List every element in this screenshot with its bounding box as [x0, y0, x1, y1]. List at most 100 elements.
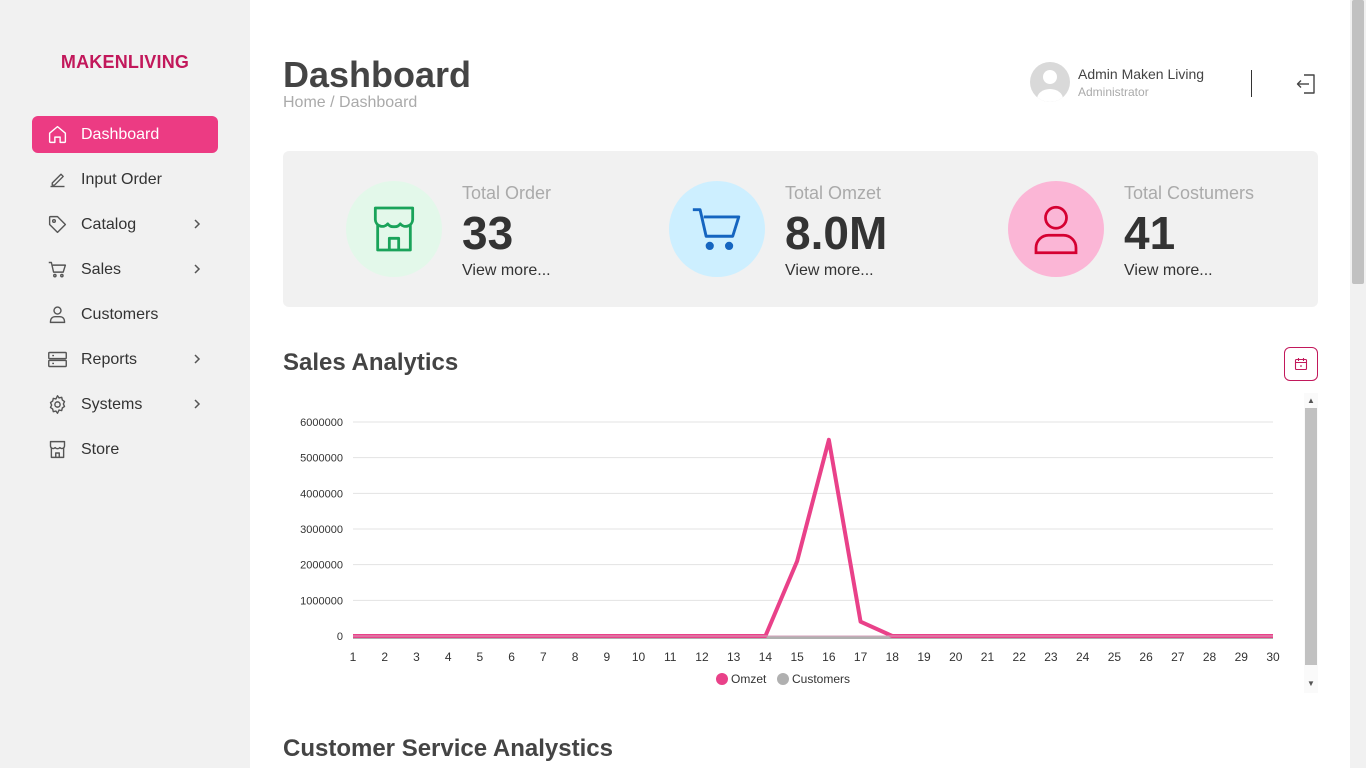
x-tick-label: 30	[1266, 650, 1280, 664]
home-icon	[46, 124, 68, 146]
user-name: Admin Maken Living	[1078, 65, 1205, 82]
series-line-omzet	[353, 437, 1273, 638]
chart-scrollbar-thumb[interactable]	[1305, 408, 1317, 665]
stat-icon-circle	[346, 181, 442, 277]
x-tick-label: 23	[1044, 650, 1058, 664]
sales-analytics-title: Sales Analytics	[283, 349, 459, 376]
sidebar-item-systems[interactable]: Systems	[32, 386, 218, 423]
x-tick-label: 3	[413, 650, 420, 664]
sidebar-item-label: Customers	[81, 305, 159, 323]
date-filter-button[interactable]	[1284, 347, 1318, 381]
page-title: Dashboard	[283, 54, 472, 95]
pencil-icon	[46, 169, 68, 191]
x-tick-label: 22	[1013, 650, 1027, 664]
sidebar-item-store[interactable]: Store	[32, 431, 218, 468]
x-tick-label: 21	[981, 650, 995, 664]
x-tick-label: 7	[540, 650, 547, 664]
stat-value: 8.0M	[785, 207, 888, 259]
sidebar-item-label: Catalog	[81, 215, 137, 233]
stat-total-customers: Total Costumers 41 View more...	[1008, 181, 1254, 280]
y-tick-label: 0	[337, 631, 343, 643]
user-role: Administrator	[1078, 84, 1149, 99]
x-tick-label: 24	[1076, 650, 1090, 664]
view-more-link[interactable]: View more...	[785, 262, 887, 280]
brand-logo[interactable]: MAKENLIVING	[0, 52, 250, 73]
tag-icon	[46, 214, 68, 236]
x-tick-label: 4	[445, 650, 452, 664]
stat-label: Total Omzet	[785, 183, 882, 203]
x-tick-label: 25	[1108, 650, 1122, 664]
x-tick-label: 19	[917, 650, 931, 664]
sales-chart-svg: 0 1000000 2000000 3000000 4000000 5000000 6000…	[300, 417, 1280, 686]
y-tick-label: 2000000	[300, 560, 343, 572]
person-icon	[1034, 205, 1078, 255]
x-tick-label: 16	[822, 650, 836, 664]
sidebar-item-customers[interactable]: Customers	[32, 296, 218, 333]
sidebar-item-label: Reports	[81, 350, 138, 368]
y-tick-label: 3000000	[300, 524, 343, 536]
person-icon	[46, 304, 68, 326]
cart-icon	[692, 208, 741, 251]
stat-total-order: Total Order 33 View more...	[346, 181, 551, 280]
x-tick-label: 20	[949, 650, 963, 664]
x-tick-label: 18	[886, 650, 900, 664]
sidebar-item-label: Input Order	[81, 170, 162, 188]
sidebar-item-input-order[interactable]: Input Order	[32, 161, 218, 198]
legend-swatch-omzet	[716, 673, 728, 685]
legend-label-customers: Customers	[792, 672, 850, 686]
cart-icon	[46, 259, 68, 281]
stat-value: 41	[1124, 207, 1176, 259]
y-tick-label: 4000000	[300, 488, 343, 500]
sales-chart: 0 1000000 2000000 3000000 4000000 5000000 6000…	[283, 393, 1318, 693]
sidebar-item-label: Store	[81, 440, 120, 458]
logout-icon[interactable]	[1295, 73, 1317, 95]
x-tick-label: 26	[1139, 650, 1153, 664]
avatar	[1030, 62, 1070, 102]
x-tick-label: 9	[603, 650, 610, 664]
x-tick-label: 11	[664, 650, 677, 664]
chevron-right-icon	[194, 354, 201, 364]
sidebar-item-reports[interactable]: Reports	[32, 341, 218, 378]
x-tick-label: 12	[695, 650, 709, 664]
y-tick-label: 6000000	[300, 417, 343, 429]
store-icon	[373, 206, 415, 252]
sidebar-item-sales[interactable]: Sales	[32, 251, 218, 288]
server-icon	[46, 349, 68, 371]
stat-label: Total Costumers	[1124, 183, 1255, 203]
x-tick-label: 5	[477, 650, 484, 664]
stat-icon-circle	[1008, 181, 1104, 277]
sidebar: MAKENLIVING Dashboard Input Order Catalo…	[0, 0, 250, 768]
x-tick-label: 28	[1203, 650, 1217, 664]
stat-total-omzet: Total Omzet 8.0M View more...	[669, 181, 887, 280]
x-tick-label: 27	[1171, 650, 1185, 664]
chevron-right-icon	[194, 399, 201, 409]
stat-label: Total Order	[462, 183, 552, 203]
x-tick-label: 13	[727, 650, 741, 664]
sidebar-item-label: Systems	[81, 395, 143, 413]
view-more-link[interactable]: View more...	[1124, 262, 1254, 280]
x-tick-label: 8	[572, 650, 579, 664]
legend-swatch-customers	[777, 673, 789, 685]
breadcrumb[interactable]: Home / Dashboard	[283, 94, 417, 112]
page-scrollbar-thumb[interactable]	[1352, 0, 1364, 284]
x-tick-label: 15	[790, 650, 804, 664]
x-tick-label: 1	[350, 650, 357, 664]
scroll-down-arrow[interactable]: ▼	[1305, 679, 1317, 689]
stat-icon-circle	[669, 181, 765, 277]
sidebar-item-label: Dashboard	[81, 125, 160, 143]
customer-service-title: Customer Service Analystics	[283, 735, 613, 762]
scroll-up-arrow[interactable]: ▲	[1305, 396, 1317, 406]
user-menu[interactable]: Admin Maken Living Administrator	[1030, 62, 1204, 102]
sidebar-item-dashboard[interactable]: Dashboard	[32, 116, 218, 153]
stat-value: 33	[462, 207, 514, 259]
store-icon	[46, 439, 68, 461]
view-more-link[interactable]: View more...	[462, 262, 551, 280]
stats-panel: Total Order 33 View more... Total Omzet …	[283, 151, 1318, 307]
gear-icon	[46, 394, 68, 416]
calendar-icon	[1294, 358, 1308, 371]
header-divider	[1251, 70, 1252, 97]
x-tick-label: 10	[632, 650, 646, 664]
chevron-right-icon	[194, 219, 201, 229]
x-tick-label: 29	[1235, 650, 1249, 664]
sidebar-item-catalog[interactable]: Catalog	[32, 206, 218, 243]
